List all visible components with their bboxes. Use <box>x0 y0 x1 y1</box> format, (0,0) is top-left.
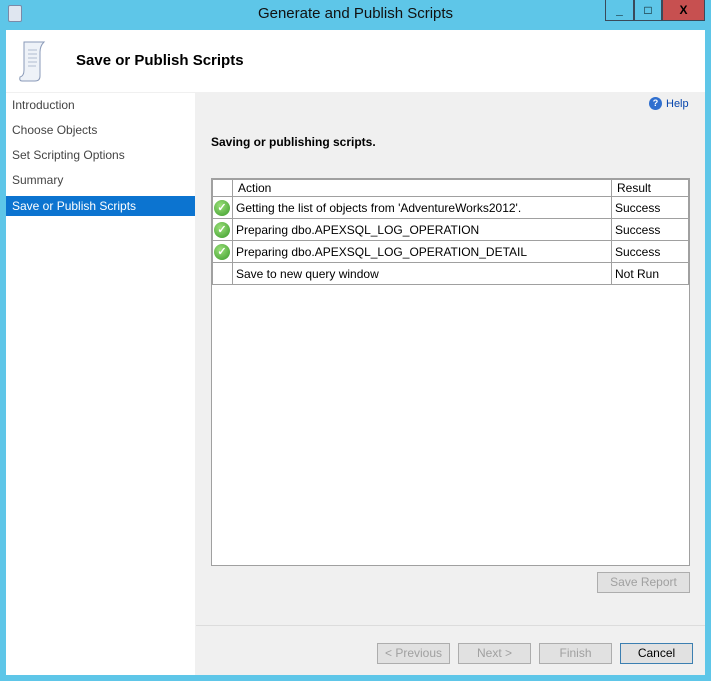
grid-header: Action Result <box>212 179 689 197</box>
success-icon: ✓ <box>214 243 230 260</box>
result-cell: Success <box>611 218 689 241</box>
action-cell: Getting the list of objects from 'Advent… <box>232 196 612 219</box>
table-row: ✓ Preparing dbo.APEXSQL_LOG_OPERATION_DE… <box>212 240 689 263</box>
status-cell-empty <box>212 262 233 285</box>
table-row: Save to new query window Not Run <box>212 262 689 285</box>
result-cell: Success <box>611 196 689 219</box>
dialog-body: Save or Publish Scripts Introduction Cho… <box>6 30 705 675</box>
sidebar: Introduction Choose Objects Set Scriptin… <box>6 93 195 675</box>
action-column-header: Action <box>232 179 612 197</box>
footer-divider <box>196 625 705 626</box>
help-link[interactable]: ? Help <box>649 97 689 110</box>
scroll-icon <box>19 41 46 82</box>
help-label: Help <box>666 97 689 110</box>
title-bar: Generate and Publish Scripts _ □ X <box>0 0 711 30</box>
action-cell: Preparing dbo.APEXSQL_LOG_OPERATION_DETA… <box>232 240 612 263</box>
sidebar-item-summary[interactable]: Summary <box>6 168 195 193</box>
sidebar-item-choose-objects[interactable]: Choose Objects <box>6 118 195 143</box>
sidebar-item-save-publish[interactable]: Save or Publish Scripts <box>6 196 195 216</box>
close-button[interactable]: X <box>662 0 705 21</box>
action-cell: Preparing dbo.APEXSQL_LOG_OPERATION <box>232 218 612 241</box>
status-column-header <box>212 179 233 197</box>
page-title: Save or Publish Scripts <box>76 52 244 69</box>
cancel-button[interactable]: Cancel <box>620 643 693 664</box>
table-row: ✓ Preparing dbo.APEXSQL_LOG_OPERATION Su… <box>212 218 689 241</box>
header: Save or Publish Scripts <box>6 30 705 92</box>
minimize-button[interactable]: _ <box>605 0 634 21</box>
previous-button[interactable]: < Previous <box>377 643 450 664</box>
help-icon: ? <box>649 97 662 110</box>
next-button[interactable]: Next > <box>458 643 531 664</box>
table-row: ✓ Getting the list of objects from 'Adve… <box>212 196 689 219</box>
maximize-button[interactable]: □ <box>634 0 662 21</box>
save-report-button[interactable]: Save Report <box>597 572 690 593</box>
sidebar-item-introduction[interactable]: Introduction <box>6 93 195 118</box>
progress-grid: Action Result ✓ Getting the list of obje… <box>211 178 690 566</box>
finish-button[interactable]: Finish <box>539 643 612 664</box>
sidebar-item-scripting-options[interactable]: Set Scripting Options <box>6 143 195 168</box>
result-cell: Success <box>611 240 689 263</box>
action-cell: Save to new query window <box>232 262 612 285</box>
success-icon: ✓ <box>214 221 230 238</box>
result-cell: Not Run <box>611 262 689 285</box>
result-column-header: Result <box>611 179 689 197</box>
success-icon: ✓ <box>214 199 230 216</box>
section-title: Saving or publishing scripts. <box>211 135 376 149</box>
